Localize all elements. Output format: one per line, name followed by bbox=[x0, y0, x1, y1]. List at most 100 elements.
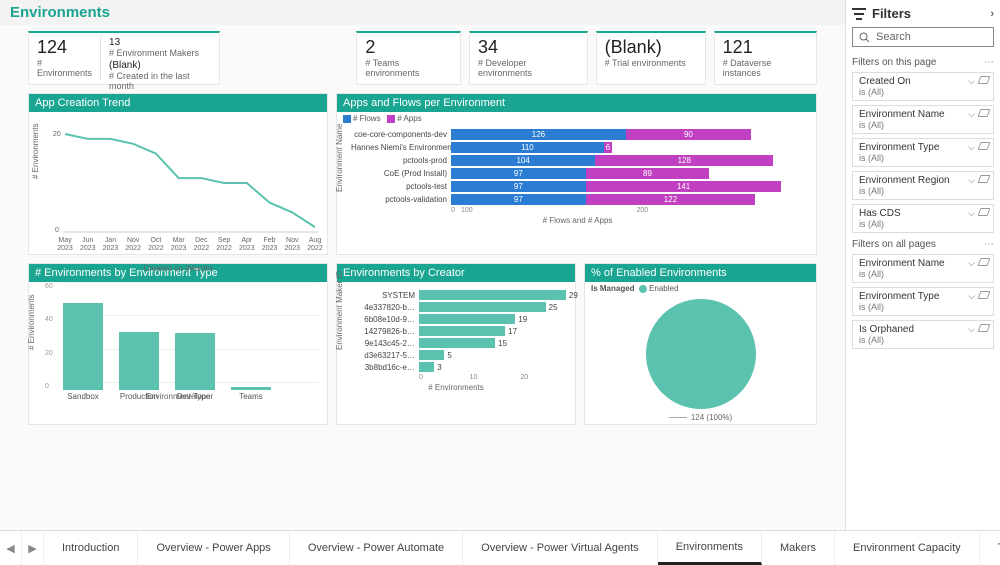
bar-segment-apps: 6 bbox=[604, 142, 612, 153]
tab-environments[interactable]: Environments bbox=[658, 531, 762, 565]
filter-search-input[interactable]: Search bbox=[852, 27, 994, 47]
filter-condition: is (All) bbox=[859, 219, 987, 229]
collapse-icon[interactable]: › bbox=[990, 8, 994, 20]
svg-text:2023: 2023 bbox=[57, 245, 73, 252]
kpi-environments[interactable]: 124 # Environments 13 # Environment Make… bbox=[28, 31, 220, 85]
bar-label: 9e143c45-2… bbox=[349, 339, 419, 348]
chevron-down-icon[interactable]: ⌵ bbox=[968, 109, 975, 120]
kpi-dev[interactable]: 34 # Developer environments bbox=[469, 31, 588, 85]
kpi-dv-value: 121 bbox=[723, 37, 808, 58]
filter-section-all: Filters on all pages⋯ bbox=[852, 239, 994, 250]
filter-card[interactable]: Created Onis (All)⌵ bbox=[852, 72, 994, 101]
kpi-row: 124 # Environments 13 # Environment Make… bbox=[0, 31, 845, 93]
donut-slice bbox=[646, 299, 756, 409]
kpi-env-value: 124 bbox=[37, 37, 92, 58]
tab-makers[interactable]: Makers bbox=[762, 531, 835, 565]
svg-text:Apr: Apr bbox=[241, 237, 253, 244]
page-title: Environments bbox=[10, 4, 835, 21]
filter-card[interactable]: Environment Typeis (All)⌵ bbox=[852, 287, 994, 316]
tab-overview-power-automate[interactable]: Overview - Power Automate bbox=[290, 531, 463, 565]
chart-title: App Creation Trend bbox=[29, 94, 327, 112]
donut-label: 124 (100%) bbox=[669, 413, 732, 422]
tab-environment-capacity[interactable]: Environment Capacity bbox=[835, 531, 980, 565]
kpi-blank-value: (Blank) bbox=[109, 60, 203, 71]
bar-segment bbox=[419, 290, 566, 300]
tab-overview-power-apps[interactable]: Overview - Power Apps bbox=[138, 531, 289, 565]
tab-teams-environments[interactable]: Teams Environments bbox=[980, 531, 1000, 565]
chart-title: Environments by Creator bbox=[337, 264, 575, 282]
page-tabs: ◀ ▶ IntroductionOverview - Power AppsOve… bbox=[0, 530, 1000, 565]
chart-legend: # Flows # Apps bbox=[337, 112, 816, 125]
tab-overview-power-virtual-agents[interactable]: Overview - Power Virtual Agents bbox=[463, 531, 658, 565]
svg-text:Nov: Nov bbox=[127, 237, 140, 244]
kpi-teams-label: # Teams environments bbox=[365, 58, 452, 78]
bar-row: pctools-prod104128 bbox=[351, 155, 812, 166]
chevron-down-icon[interactable]: ⌵ bbox=[968, 175, 975, 186]
bar-segment bbox=[419, 314, 515, 324]
more-icon[interactable]: ⋯ bbox=[984, 239, 994, 250]
filter-card[interactable]: Environment Nameis (All)⌵ bbox=[852, 105, 994, 134]
svg-text:2023: 2023 bbox=[239, 245, 255, 252]
bar-row: coe-core-components-dev12690 bbox=[351, 129, 812, 140]
chevron-down-icon[interactable]: ⌵ bbox=[968, 291, 975, 302]
kpi-makers-label: # Environment Makers bbox=[109, 48, 203, 58]
clear-filter-icon[interactable] bbox=[978, 291, 991, 299]
kpi-dev-label: # Developer environments bbox=[478, 58, 579, 78]
svg-text:0: 0 bbox=[55, 227, 59, 234]
svg-text:Sep: Sep bbox=[218, 237, 231, 244]
bar-row: 3b8bd16c-e…3 bbox=[349, 362, 571, 372]
kpi-teams-value: 2 bbox=[365, 37, 452, 58]
bar-row: pctools-validation97122 bbox=[351, 194, 812, 205]
tab-scroll-right[interactable]: ▶ bbox=[22, 531, 44, 565]
clear-filter-icon[interactable] bbox=[978, 76, 991, 84]
svg-text:20: 20 bbox=[53, 131, 61, 138]
filter-card[interactable]: Environment Nameis (All)⌵ bbox=[852, 254, 994, 283]
clear-filter-icon[interactable] bbox=[978, 324, 991, 332]
bar-segment-flows: 97 bbox=[451, 181, 586, 192]
chart-app-creation-trend[interactable]: App Creation Trend # Environments 20 0 M… bbox=[28, 93, 328, 255]
report-canvas: Environments 124 # Environments 13 # Env… bbox=[0, 0, 845, 530]
y-axis-label: # Environments bbox=[31, 123, 40, 179]
bar: Production bbox=[119, 332, 159, 390]
bar-label: CoE (Prod Install) bbox=[351, 169, 451, 178]
chart-enabled-environments[interactable]: % of Enabled Environments Is Managed Ena… bbox=[584, 263, 817, 425]
line-chart-svg: 20 0 May2023Jun2023Jan2023Nov2022Oct2022… bbox=[33, 116, 323, 262]
more-icon[interactable]: ⋯ bbox=[984, 57, 994, 68]
chart-env-by-type[interactable]: # Environments by Environment Type # Env… bbox=[28, 263, 328, 425]
svg-text:2022: 2022 bbox=[307, 245, 323, 252]
tab-scroll-left[interactable]: ◀ bbox=[0, 531, 22, 565]
filter-card[interactable]: Environment Typeis (All)⌵ bbox=[852, 138, 994, 167]
kpi-makers-value: 13 bbox=[109, 37, 203, 48]
filter-card[interactable]: Is Orphanedis (All)⌵ bbox=[852, 320, 994, 349]
bar-row: 14279826-b…17 bbox=[349, 326, 571, 336]
clear-filter-icon[interactable] bbox=[978, 208, 991, 216]
clear-filter-icon[interactable] bbox=[978, 142, 991, 150]
kpi-trial[interactable]: (Blank) # Trial environments bbox=[596, 31, 706, 85]
bar-row: 9e143c45-2… 15 bbox=[349, 338, 571, 348]
bar: Developer bbox=[175, 333, 215, 390]
bar-value: 15 bbox=[495, 338, 507, 349]
clear-filter-icon[interactable] bbox=[978, 258, 991, 266]
svg-text:Jun: Jun bbox=[82, 237, 93, 244]
kpi-teams[interactable]: 2 # Teams environments bbox=[356, 31, 461, 85]
chart-apps-flows[interactable]: Apps and Flows per Environment # Flows #… bbox=[336, 93, 817, 255]
chevron-down-icon[interactable]: ⌵ bbox=[968, 208, 975, 219]
filter-pane: Filters › Search Filters on this page⋯ C… bbox=[845, 0, 1000, 530]
chevron-down-icon[interactable]: ⌵ bbox=[968, 142, 975, 153]
chevron-down-icon[interactable]: ⌵ bbox=[968, 258, 975, 269]
clear-filter-icon[interactable] bbox=[978, 109, 991, 117]
kpi-dataverse[interactable]: 121 # Dataverse instances bbox=[714, 31, 817, 85]
filter-card[interactable]: Environment Regionis (All)⌵ bbox=[852, 171, 994, 200]
bar-segment bbox=[419, 338, 495, 348]
bar-segment-flows: 97 bbox=[451, 168, 586, 179]
chevron-down-icon[interactable]: ⌵ bbox=[968, 324, 975, 335]
tab-introduction[interactable]: Introduction bbox=[44, 531, 138, 565]
chevron-down-icon[interactable]: ⌵ bbox=[968, 76, 975, 87]
search-placeholder: Search bbox=[876, 31, 911, 43]
filter-card[interactable]: Has CDSis (All)⌵ bbox=[852, 204, 994, 233]
clear-filter-icon[interactable] bbox=[978, 175, 991, 183]
chart-env-by-creator[interactable]: Environments by Creator Environment Make… bbox=[336, 263, 576, 425]
bar-value: 5 bbox=[444, 350, 451, 361]
filter-condition: is (All) bbox=[859, 120, 987, 130]
kpi-dev-value: 34 bbox=[478, 37, 579, 58]
